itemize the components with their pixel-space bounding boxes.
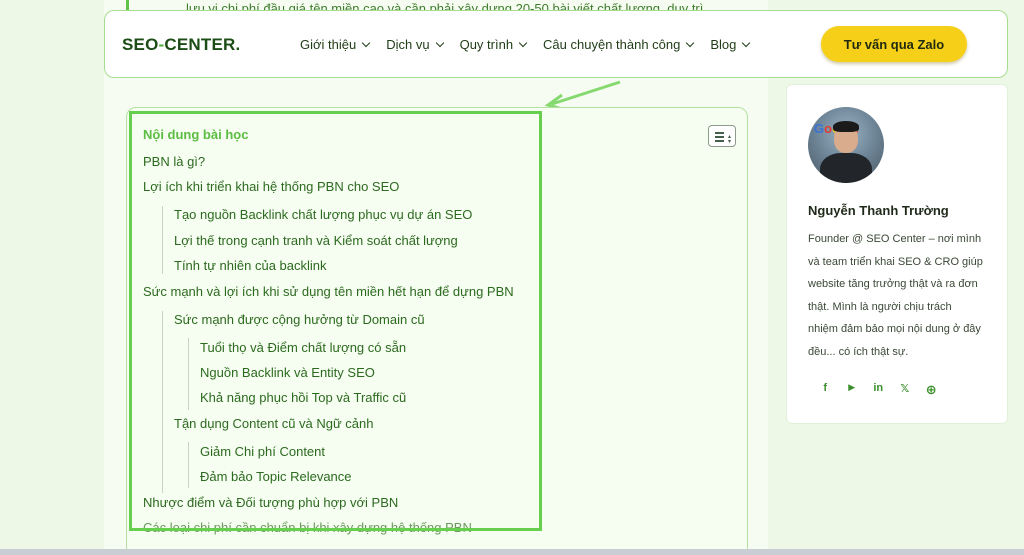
x-icon[interactable]: 𝕏 [892, 382, 919, 398]
page-gutter [0, 0, 104, 555]
logo-center: CENTER. [164, 35, 241, 54]
avatar: Google [808, 107, 884, 183]
facebook-icon[interactable]: f [812, 382, 839, 398]
author-bio: Founder @ SEO Center – nơi mình và team … [808, 228, 996, 363]
chevron-down-icon [686, 38, 695, 47]
zalo-consult-button[interactable]: Tư vấn qua Zalo [821, 26, 967, 62]
nav-label: Blog [710, 37, 737, 52]
nav-label: Giới thiệu [300, 37, 357, 52]
toc-highlight-frame [129, 111, 542, 531]
chevron-down-icon [361, 38, 371, 47]
chevron-down-icon [742, 38, 751, 47]
nav-cau-chuyen[interactable]: Câu chuyện thành công [543, 37, 695, 52]
nav-dich-vu[interactable]: Dịch vụ [386, 37, 444, 52]
nav-label: Dịch vụ [386, 37, 430, 52]
bio-line: website tăng trưởng thật và ra đơn [808, 278, 978, 290]
youtube-icon[interactable]: ▶ [839, 382, 866, 398]
nav-label: Câu chuyện thành công [543, 37, 681, 52]
site-logo[interactable]: SEO-CENTER. [122, 35, 240, 55]
bio-line: nhiệm đảm bảo mọi nội dung ở đây [808, 323, 981, 335]
toc-toggle-button[interactable]: ▴ ▾ [708, 125, 736, 147]
author-name: Nguyễn Thanh Trường [808, 203, 949, 218]
bio-line: Founder @ SEO Center – nơi mình [808, 233, 982, 245]
chevron-down-icon [435, 38, 444, 47]
nav-blog[interactable]: Blog [710, 37, 751, 52]
linkedin-icon[interactable]: in [865, 382, 892, 398]
window-bottom-edge [0, 549, 1024, 555]
bio-line: đều... có ích thật sự. [808, 345, 909, 358]
main-nav: Giới thiệu Dịch vụ Quy trình Câu chuyện … [300, 37, 766, 52]
globe-icon[interactable]: ⊕ [918, 382, 945, 398]
site-header: SEO-CENTER. Giới thiệu Dịch vụ Quy trình… [104, 10, 1008, 78]
caret-icon: ▴ ▾ [728, 134, 732, 145]
list-icon [715, 132, 724, 144]
nav-gioi-thieu[interactable]: Giới thiệu [300, 37, 371, 52]
logo-seo: SEO [122, 35, 159, 54]
bio-line: thật. Mình là người chịu trách [808, 300, 952, 313]
bio-line: và team triển khai SEO & CRO giúp [808, 255, 983, 268]
nav-quy-trinh[interactable]: Quy trình [459, 37, 528, 52]
chevron-down-icon [518, 38, 528, 47]
nav-label: Quy trình [459, 37, 514, 52]
author-socials: f ▶ in 𝕏 ⊕ [812, 382, 945, 398]
